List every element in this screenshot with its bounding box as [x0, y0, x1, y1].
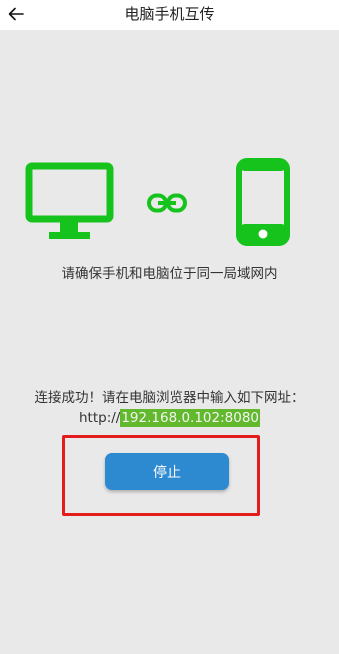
server-url: http://192.168.0.102:8080 [0, 409, 339, 427]
top-app-bar: 电脑手机互传 [0, 0, 339, 30]
page-title: 电脑手机互传 [124, 5, 215, 23]
same-network-hint: 请确保手机和电脑位于同一局域网内 [61, 266, 278, 282]
url-address: 192.168.0.102:8080 [120, 409, 261, 427]
smartphone-icon [236, 158, 290, 246]
url-prefix: http:// [78, 410, 121, 426]
link-icon [147, 193, 187, 213]
connection-success-message: 连接成功！请在电脑浏览器中输入如下网址： [34, 390, 305, 406]
stop-button[interactable]: 停止 [105, 453, 229, 490]
monitor-icon [25, 162, 114, 239]
